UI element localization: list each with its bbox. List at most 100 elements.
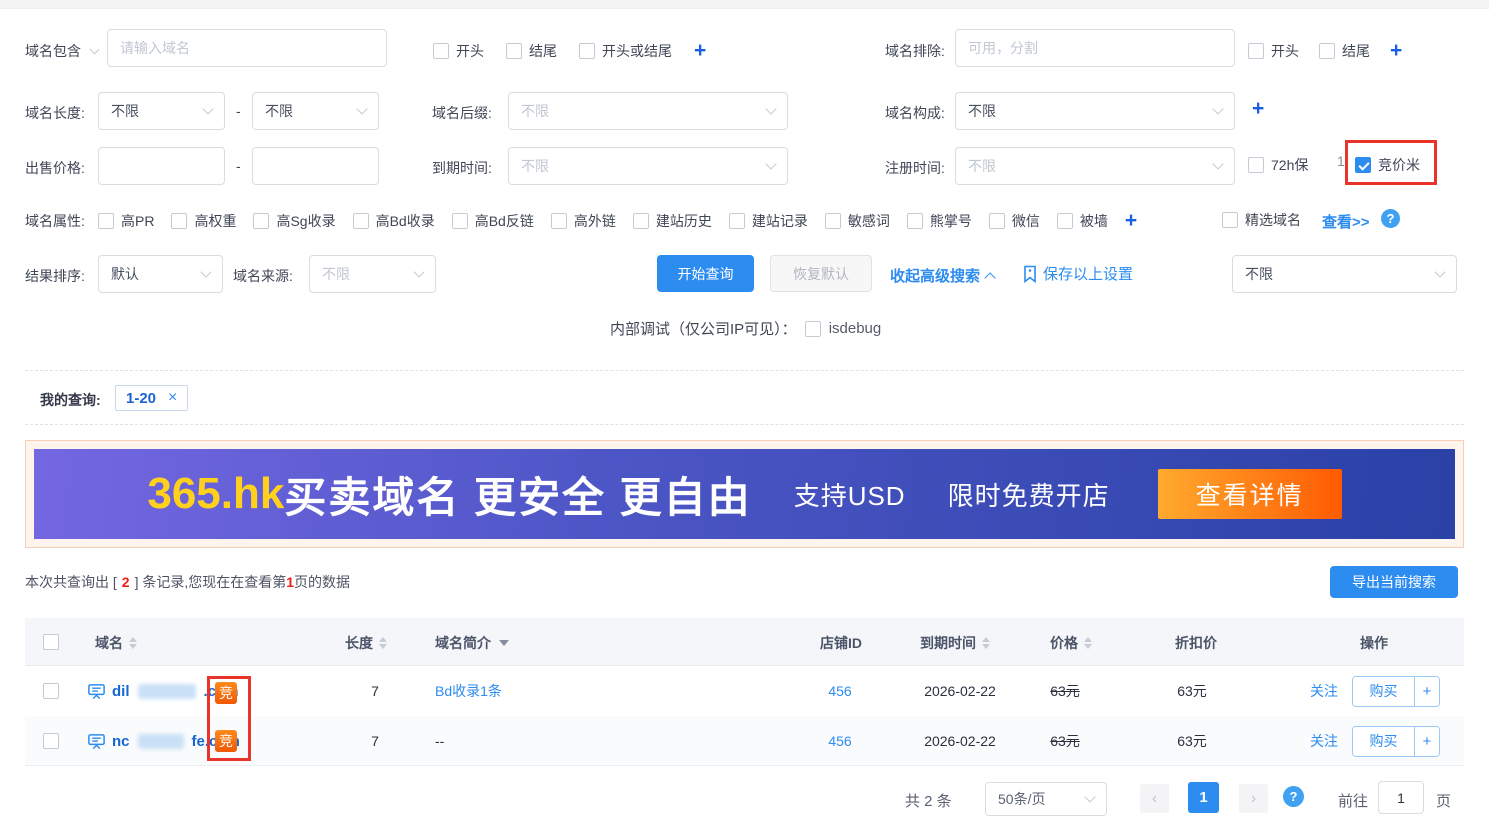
check-attr-pr[interactable]: 高PR [98,211,154,231]
col-domain[interactable]: 域名 [95,633,137,653]
add-exclude-icon[interactable]: + [1390,40,1402,61]
buy-plus-button[interactable]: + [1414,727,1439,756]
regtime-select[interactable]: 不限 [955,147,1235,185]
row-checkbox[interactable] [43,683,59,699]
follow-link[interactable]: 关注 [1310,666,1338,716]
checkbox-checked-icon[interactable] [1355,157,1371,173]
checkbox-icon[interactable] [452,213,468,229]
checkbox-icon[interactable] [1248,43,1264,59]
check-attr-bd-index[interactable]: 高Bd收录 [353,211,435,231]
sort-icon[interactable] [982,637,990,649]
follow-link[interactable]: 关注 [1310,716,1338,766]
shop-id-cell[interactable]: 456 [800,716,880,766]
pagination-help-icon[interactable]: ? [1283,786,1304,807]
checkbox-icon[interactable] [1319,43,1335,59]
select-all-checkbox[interactable] [43,634,59,650]
check-attr-blocked[interactable]: 被墙 [1057,211,1108,231]
auction-badge[interactable]: 竞 [215,730,237,752]
help-icon[interactable]: ? [1381,209,1400,228]
check-attr-xiongzhang[interactable]: 熊掌号 [907,211,972,231]
price-min-input[interactable] [98,147,225,185]
checkbox-icon[interactable] [989,213,1005,229]
prev-page-button[interactable]: ‹ [1140,784,1169,813]
checkbox-icon[interactable] [825,213,841,229]
keyword-mode-dropdown[interactable]: 域名包含 [25,41,98,61]
add-attr-icon[interactable]: + [1125,210,1137,231]
close-icon[interactable]: × [168,389,177,407]
exclude-input[interactable] [955,29,1235,67]
save-settings-link[interactable]: 保存以上设置 [1022,263,1133,284]
search-button[interactable]: 开始查询 [657,255,754,292]
buy-button[interactable]: 购买 [1353,727,1414,756]
length-from-select[interactable]: 不限 [98,92,225,130]
goto-page-input[interactable] [1378,781,1424,814]
reset-button[interactable]: 恢复默认 [770,255,872,292]
checkbox-icon[interactable] [551,213,567,229]
collapse-advanced-link[interactable]: 收起高级搜索 [890,265,994,286]
checkbox-icon[interactable] [579,43,595,59]
col-price[interactable]: 价格 [1050,633,1092,653]
checkbox-icon[interactable] [433,43,449,59]
checkbox-icon[interactable] [353,213,369,229]
check-attr-bd-link[interactable]: 高Bd反链 [452,211,534,231]
check-attr-sensitive[interactable]: 敏感词 [825,211,890,231]
check-start-or-end[interactable]: 开头或结尾 [579,41,672,61]
add-condition-icon[interactable]: + [694,40,706,61]
checkbox-icon[interactable] [253,213,269,229]
keyword-input[interactable] [107,29,387,67]
col-length[interactable]: 长度 [345,633,387,653]
suffix-select[interactable]: 不限 [508,92,788,130]
check-attr-wechat[interactable]: 微信 [989,211,1040,231]
buy-button[interactable]: 购买 [1353,677,1414,706]
checkbox-icon[interactable] [98,213,114,229]
checkbox-icon[interactable] [506,43,522,59]
check-72h[interactable]: 72h保 [1248,155,1308,175]
shop-id-cell[interactable]: 456 [800,666,880,716]
checkbox-icon[interactable] [633,213,649,229]
page-size-select[interactable]: 50条/页 [985,782,1107,816]
current-page-button[interactable]: 1 [1188,782,1219,813]
debug-checkbox[interactable] [805,321,821,337]
auction-badge[interactable]: 竞 [215,682,237,704]
banner-cta-button[interactable]: 查看详情 [1158,469,1342,519]
filter-down-icon[interactable] [499,640,509,646]
sort-icon[interactable] [379,637,387,649]
desc-cell[interactable]: Bd收录1条 [435,666,502,716]
check-featured[interactable]: 精选域名 [1222,210,1301,230]
checkbox-icon[interactable] [1222,212,1238,228]
checkbox-icon[interactable] [1248,157,1264,173]
check-attr-weight[interactable]: 高权重 [171,211,236,231]
checkbox-icon[interactable] [907,213,923,229]
query-tag[interactable]: 1-20 × [115,385,188,411]
source-select[interactable]: 不限 [309,255,436,293]
check-attr-sg[interactable]: 高Sg收录 [253,211,335,231]
add-compose-icon[interactable]: + [1252,98,1264,119]
featured-view-link[interactable]: 查看>> [1322,211,1370,232]
buy-plus-button[interactable]: + [1414,677,1439,706]
checkbox-icon[interactable] [171,213,187,229]
check-auction[interactable]: 竞价米 [1355,155,1420,175]
check-attr-site-record[interactable]: 建站记录 [729,211,808,231]
check-end[interactable]: 结尾 [506,41,557,61]
export-button[interactable]: 导出当前搜索 [1330,566,1458,598]
col-expire[interactable]: 到期时间 [920,633,990,653]
row-checkbox[interactable] [43,733,59,749]
expire-select[interactable]: 不限 [508,147,788,185]
ad-banner[interactable]: 365.hk 买卖域名 更安全 更自由 支持USD 限时免费开店 查看详情 [34,449,1455,539]
price-max-input[interactable] [252,147,379,185]
sort-icon[interactable] [129,637,137,649]
check-attr-extlink[interactable]: 高外链 [551,211,616,231]
check-start[interactable]: 开头 [433,41,484,61]
extra-filter-select[interactable]: 不限 [1232,255,1457,293]
next-page-button[interactable]: › [1239,784,1268,813]
check-attr-site-history[interactable]: 建站历史 [633,211,712,231]
compose-select[interactable]: 不限 [955,92,1235,130]
sort-icon[interactable] [1084,637,1092,649]
col-desc[interactable]: 域名简介 [435,633,509,653]
sort-select[interactable]: 默认 [98,255,223,293]
checkbox-icon[interactable] [729,213,745,229]
exclude-check-start[interactable]: 开头 [1248,41,1299,61]
exclude-check-end[interactable]: 结尾 [1319,41,1370,61]
length-to-select[interactable]: 不限 [252,92,379,130]
checkbox-icon[interactable] [1057,213,1073,229]
